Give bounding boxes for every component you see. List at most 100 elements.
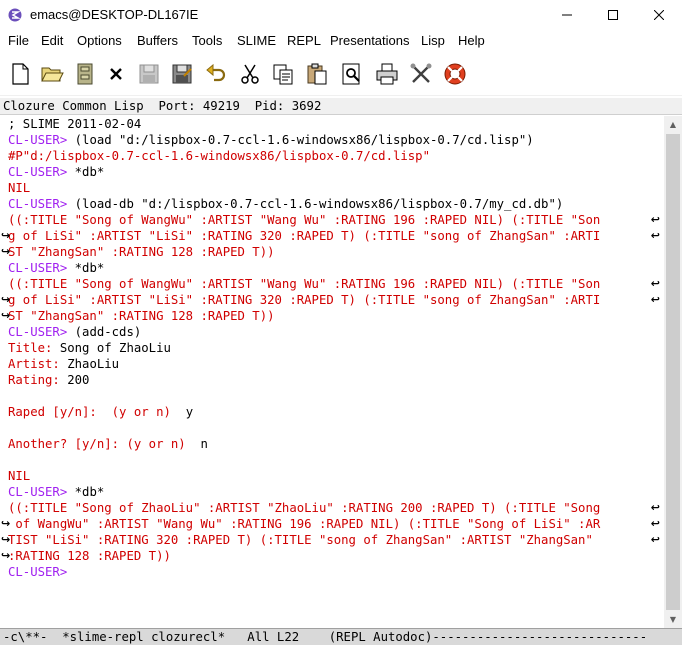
new-file-icon[interactable] — [8, 62, 32, 86]
repl-input: (add-cds) — [74, 325, 142, 339]
repl-output: TIST "LiSi" :RATING 320 :RAPED T) (:TITL… — [8, 533, 601, 547]
line-wrap-icon: ↩ — [650, 517, 660, 530]
menu-bar: File Edit Options Buffers Tools SLIME RE… — [0, 30, 682, 52]
user-answer: ZhaoLiu — [67, 357, 120, 371]
copy-icon[interactable] — [271, 62, 295, 86]
close-buffer-icon[interactable] — [104, 62, 128, 86]
line-wrap-icon: ↩ — [650, 277, 660, 290]
repl-output: g of LiSi" :ARTIST "LiSi" :RATING 320 :R… — [8, 229, 601, 243]
cut-icon[interactable] — [238, 62, 262, 86]
line-continuation-icon: ↪ — [1, 533, 11, 546]
save-icon[interactable] — [137, 62, 161, 86]
repl-output: #P"d:/lispbox-0.7-ccl-1.6-windowsx86/lis… — [8, 149, 430, 163]
minimize-button[interactable] — [544, 0, 590, 30]
minibuffer[interactable] — [0, 645, 682, 660]
user-answer: 200 — [67, 373, 90, 387]
menu-tools[interactable]: Tools — [192, 33, 222, 48]
line-wrap-icon: ↩ — [650, 501, 660, 514]
window-title: emacs@DESKTOP-DL167IE — [30, 7, 199, 22]
repl-prompt: CL-USER> — [8, 261, 75, 275]
line-wrap-icon: ↩ — [650, 293, 660, 306]
repl-line: CL-USER> *db* — [8, 260, 104, 276]
artist-prompt-line: Artist: ZhaoLiu — [8, 356, 119, 372]
repl-output: ((:TITLE "Song of WangWu" :ARTIST "Wang … — [8, 213, 601, 227]
menu-slime[interactable]: SLIME — [237, 33, 276, 48]
print-icon[interactable] — [375, 62, 399, 86]
toolbar — [0, 54, 682, 96]
repl-line: CL-USER> (load "d:/lispbox-0.7-ccl-1.6-w… — [8, 132, 534, 148]
scroll-up-arrow-icon[interactable]: ▲ — [664, 116, 682, 133]
another-prompt-line: Another? [y/n]: (y or n) n — [8, 436, 208, 452]
title-prompt-line: Title: Song of ZhaoLiu — [8, 340, 171, 356]
prompt-label: Rating: — [8, 373, 68, 387]
close-icon — [654, 10, 664, 20]
line-continuation-icon: ↪ — [1, 229, 11, 242]
repl-input: (load-db "d:/lispbox-0.7-ccl-1.6-windows… — [74, 197, 564, 211]
repl-output: of WangWu" :ARTIST "Wang Wu" :RATING 196… — [8, 517, 601, 531]
open-folder-icon[interactable] — [40, 62, 64, 86]
repl-output: NIL — [8, 469, 31, 483]
prompt-label: Another? [y/n]: (y or n) — [8, 437, 201, 451]
line-continuation-icon: ↪ — [1, 517, 11, 530]
repl-input: (load "d:/lispbox-0.7-ccl-1.6-windowsx86… — [74, 133, 534, 147]
maximize-button[interactable] — [590, 0, 636, 30]
repl-line: CL-USER> *db* — [8, 164, 104, 180]
search-icon[interactable] — [340, 62, 364, 86]
menu-edit[interactable]: Edit — [41, 33, 63, 48]
raped-prompt-line: Raped [y/n]: (y or n) y — [8, 404, 193, 420]
scroll-down-arrow-icon[interactable]: ▼ — [664, 611, 682, 628]
repl-input: *db* — [74, 485, 105, 499]
menu-repl[interactable]: REPL — [287, 33, 321, 48]
close-button[interactable] — [636, 0, 682, 30]
title-bar: emacs@DESKTOP-DL167IE — [0, 0, 682, 30]
line-wrap-icon: ↩ — [650, 213, 660, 226]
line-wrap-icon: ↩ — [650, 229, 660, 242]
save-as-icon[interactable] — [170, 62, 194, 86]
repl-line: CL-USER> (add-cds) — [8, 324, 141, 340]
repl-output: g of LiSi" :ARTIST "LiSi" :RATING 320 :R… — [8, 293, 601, 307]
paste-icon[interactable] — [305, 62, 329, 86]
repl-prompt: CL-USER> — [8, 133, 75, 147]
repl-prompt: CL-USER> — [8, 197, 75, 211]
menu-help[interactable]: Help — [458, 33, 485, 48]
repl-line: CL-USER> (load-db "d:/lispbox-0.7-ccl-1.… — [8, 196, 563, 212]
line-continuation-icon: ↪ — [1, 293, 11, 306]
vertical-scrollbar[interactable]: ▲ ▼ — [664, 116, 682, 628]
minimize-icon — [562, 14, 572, 16]
line-wrap-icon: ↩ — [650, 533, 660, 546]
line-continuation-icon: ↪ — [1, 309, 11, 322]
menu-options[interactable]: Options — [77, 33, 122, 48]
repl-prompt: CL-USER> — [8, 485, 75, 499]
menu-lisp[interactable]: Lisp — [421, 33, 445, 48]
emacs-icon — [8, 8, 22, 22]
undo-icon[interactable] — [204, 62, 228, 86]
line-continuation-icon: ↪ — [1, 245, 11, 258]
dired-icon[interactable] — [73, 62, 97, 86]
menu-presentations[interactable]: Presentations — [330, 33, 410, 48]
header-line: Clozure Common Lisp Port: 49219 Pid: 369… — [0, 98, 682, 115]
prompt-label: Title: — [8, 341, 60, 355]
repl-output: ((:TITLE "Song of WangWu" :ARTIST "Wang … — [8, 277, 601, 291]
mode-line-text: -c\**- *slime-repl clozurecl* All L22 (R… — [3, 630, 648, 644]
help-icon[interactable] — [443, 62, 467, 86]
repl-output: ST "ZhangSan" :RATING 128 :RAPED T)) — [8, 245, 275, 259]
repl-prompt: CL-USER> — [8, 165, 75, 179]
prompt-label: Raped [y/n]: (y or n) — [8, 405, 186, 419]
scroll-thumb[interactable] — [666, 134, 680, 610]
slime-version-line: ; SLIME 2011-02-04 — [8, 117, 142, 131]
repl-input: *db* — [74, 261, 105, 275]
repl-input: *db* — [74, 165, 105, 179]
menu-file[interactable]: File — [8, 33, 29, 48]
repl-output: NIL — [8, 181, 31, 195]
mode-line: -c\**- *slime-repl clozurecl* All L22 (R… — [0, 628, 682, 645]
user-answer: Song of ZhaoLiu — [59, 341, 171, 355]
repl-prompt: CL-USER> — [8, 325, 75, 339]
menu-buffers[interactable]: Buffers — [137, 33, 178, 48]
repl-prompt: CL-USER> — [8, 565, 75, 579]
rating-prompt-line: Rating: 200 — [8, 372, 89, 388]
repl-current-prompt: CL-USER> — [8, 564, 75, 580]
preferences-icon[interactable] — [409, 62, 433, 86]
line-continuation-icon: ↪ — [1, 549, 11, 562]
repl-buffer[interactable]: ; SLIME 2011-02-04 CL-USER> (load "d:/li… — [0, 116, 664, 628]
repl-line: CL-USER> *db* — [8, 484, 104, 500]
